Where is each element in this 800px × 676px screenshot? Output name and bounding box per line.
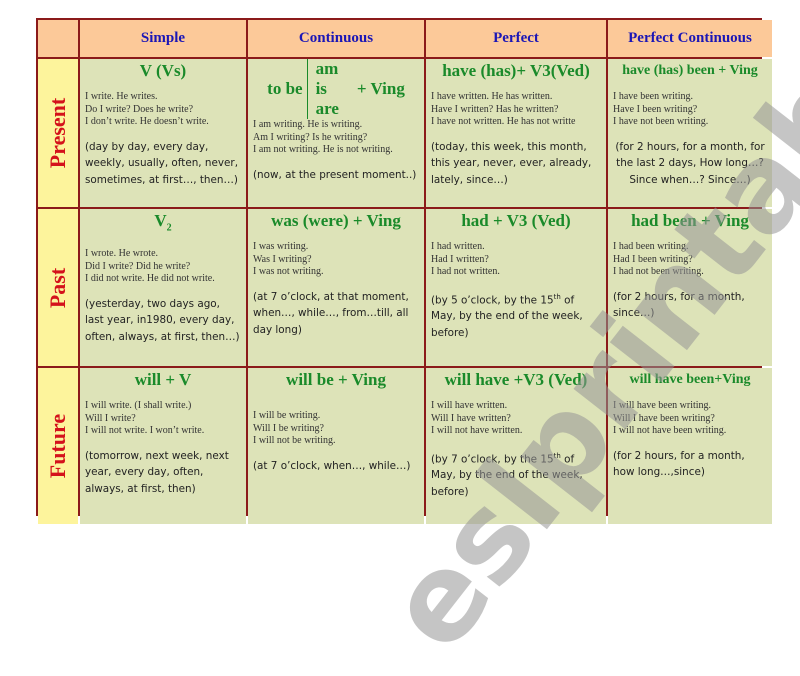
tenses-table: Simple Continuous Perfect Perfect Contin… [36,18,772,524]
formula: have (has) been + Ving [622,63,758,78]
cell-future-simple: will + V I will write. (I shall write.) … [80,368,246,524]
time-markers: (for 2 hours, for a month, since…) [613,290,745,320]
time-markers: (yesterday, two days ago, last year, in1… [85,297,240,343]
formula-options: am is are [306,59,339,119]
time-markers: (for 2 hours, for a month, for the last … [615,140,765,186]
formula: V2 [154,211,172,234]
examples: I will have written. Will I have written… [431,400,523,436]
header-label: Perfect Continuous [628,30,752,46]
formula: had + V3 (Ved) [461,211,571,230]
cell-present-perfect-continuous: have (has) been + Ving I have been writi… [608,59,772,207]
examples: I had written. Had I written? I had not … [431,241,500,277]
header-label: Simple [140,30,186,46]
cell-past-perfect: had + V3 (Ved) I had written. Had I writ… [426,209,606,366]
formula: will have been+Ving [629,372,751,387]
header-continuous: Continuous [248,20,424,57]
examples: I wrote. He wrote. Did I write? Did he w… [85,248,215,285]
examples: I will have been writing. Will I have be… [613,400,727,436]
formula: V (Vs) [139,61,187,80]
cell-future-perfect-continuous: will have been+Ving I will have been wri… [608,368,772,524]
examples: I will write. (I shall write.) Will I wr… [85,400,205,436]
header-label: Perfect [493,30,539,46]
row-label: Past [45,267,71,308]
formula: will be + Ving [286,370,386,389]
examples: I will be writing. Will I be writing? I … [253,410,336,446]
examples: I have written. He has written. Have I w… [431,91,576,127]
cell-present-perfect: have (has)+ V3(Ved) I have written. He h… [426,59,606,207]
formula: will + V [134,370,192,389]
examples: I was writing. Was I writing? I was not … [253,241,324,277]
time-markers: (tomorrow, next week, next year, every d… [85,449,229,495]
examples: I am writing. He is writing. Am I writin… [253,119,393,155]
header-perfect: Perfect [426,20,606,57]
markers-sup: th [553,451,561,460]
formula: have (has)+ V3(Ved) [442,61,590,80]
formula: will have +V3 (Ved) [444,370,588,389]
cell-present-simple: V (Vs) I write. He writes. Do I write? D… [80,59,246,207]
examples: I have been writing. Have I been writing… [613,91,709,127]
time-markers: (for 2 hours, for a month, how long…,sin… [613,449,745,479]
cell-future-continuous: will be + Ving I will be writing. Will I… [248,368,424,524]
markers-text: (by 7 o’clock, by the 15 [431,452,554,465]
time-markers: (at 7 o’clock, at that moment, when…, wh… [253,290,409,336]
row-label: Present [45,97,70,169]
formula: was (were) + Ving [271,211,401,230]
corner-cell [38,20,78,57]
formula: to be am is are + Ving [253,59,419,119]
markers-text: (by 5 o’clock, by the 15 [431,293,554,306]
cell-present-continuous: to be am is are + Ving I am writing. He … [248,59,424,207]
header-simple: Simple [80,20,246,57]
time-markers: (now, at the present moment..) [253,168,417,181]
markers-sup: th [553,292,561,301]
cell-past-simple: V2 I wrote. He wrote. Did I write? Did h… [80,209,246,366]
formula-option: are [315,99,339,118]
time-markers: (today, this week, this month, this year… [431,140,592,186]
examples: I had been writing. Had I been writing? … [613,241,704,277]
row-label: Future [45,413,70,479]
time-markers: (at 7 o’clock, when…, while…) [253,459,411,472]
header-perfect-continuous: Perfect Continuous [608,20,772,57]
row-label-past: Past [38,209,78,366]
row-label-present: Present [38,59,78,207]
row-label-future: Future [38,368,78,524]
formula-option: is [315,79,327,98]
formula-suffix: + Ving [356,79,405,98]
formula: had been + Ving [631,211,749,230]
time-markers: (by 5 o’clock, by the 15th of May, by th… [431,289,601,342]
header-label: Continuous [298,30,374,46]
cell-future-perfect: will have +V3 (Ved) I will have written.… [426,368,606,524]
formula-prefix: to be [267,79,303,98]
formula-option: am [315,59,339,78]
examples: I write. He writes. Do I write? Does he … [85,91,209,127]
cell-past-perfect-continuous: had been + Ving I had been writing. Had … [608,209,772,366]
time-markers: (by 7 o’clock, by the 15th of May, by th… [431,448,601,501]
time-markers: (day by day, every day, weekly, usually,… [85,140,239,186]
cell-past-continuous: was (were) + Ving I was writing. Was I w… [248,209,424,366]
formula-subscript: 2 [166,222,172,234]
